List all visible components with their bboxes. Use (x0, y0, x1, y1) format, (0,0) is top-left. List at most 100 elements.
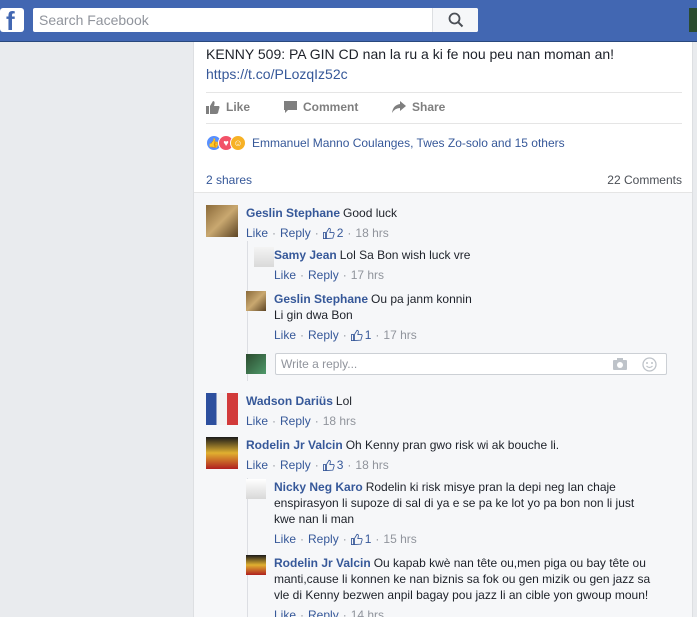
comment-like-count[interactable]: 3 (322, 457, 344, 473)
comment-reply-link[interactable]: Reply (308, 327, 339, 343)
separator: · (342, 608, 347, 617)
separator: · (314, 414, 319, 428)
avatar[interactable] (206, 205, 238, 237)
comment-like-link[interactable]: Like (274, 607, 296, 617)
reply-box (275, 353, 667, 375)
avatar[interactable] (254, 247, 274, 267)
separator: · (314, 226, 319, 240)
search-button[interactable] (432, 8, 478, 32)
facebook-logo-icon[interactable]: f (0, 6, 24, 36)
avatar[interactable] (246, 555, 266, 575)
comment-like-link[interactable]: Like (274, 531, 296, 547)
comment-like-count[interactable]: 2 (322, 225, 343, 241)
thumbs-up-icon (322, 227, 335, 239)
comment-like-count[interactable]: 1 (350, 531, 372, 547)
separator: · (347, 226, 352, 240)
comment-text-line-2: manti,cause li konnen ke nan biznis sa f… (274, 572, 651, 586)
like-count: 1 (364, 532, 372, 546)
comment-text: Good luck (343, 206, 398, 220)
share-label: Share (412, 100, 446, 114)
like-count: 3 (336, 458, 344, 472)
separator: · (272, 458, 277, 472)
comment-meta: Like · Reply · 1 · 15 hrs (274, 531, 694, 547)
separator: · (342, 532, 347, 546)
separator: · (314, 458, 319, 472)
comment-text: Oh Kenny pran gwo risk wi ak bouche li. (345, 438, 560, 452)
comment-meta: Like · Reply · 1 · 17 hrs (274, 327, 674, 343)
comment-time[interactable]: 18 hrs (355, 225, 388, 241)
comment-time[interactable]: 18 hrs (323, 413, 356, 429)
comment-text-line-3: vle di Kenny bezwen anpil bagay pou jazz… (274, 588, 649, 602)
emoji-icon[interactable] (642, 357, 657, 372)
avatar[interactable] (246, 479, 266, 499)
post-content: KENNY 509: PA GIN CD nan la ru a ki fe n… (206, 44, 686, 84)
comment-text: Lol Sa Bon wish luck vre (339, 248, 471, 262)
avatar[interactable] (206, 393, 238, 425)
comment-author[interactable]: Geslin Stephane (274, 292, 368, 306)
top-bar: f (0, 0, 697, 42)
comment-author[interactable]: Geslin Stephane (246, 206, 340, 220)
thumbs-up-icon (322, 459, 335, 471)
comment-like-link[interactable]: Like (274, 327, 296, 343)
comment-like-link[interactable]: Like (246, 225, 268, 241)
avatar[interactable] (246, 291, 266, 311)
post-card: KENNY 509: PA GIN CD nan la ru a ki fe n… (193, 42, 693, 617)
comment-time[interactable]: 17 hrs (351, 267, 384, 283)
thumbs-up-icon (350, 533, 363, 545)
post-link[interactable]: https://t.co/PLozqIz52c (206, 64, 686, 84)
comment-like-count[interactable]: 1 (350, 327, 372, 343)
post-stats: 2 shares 22 Comments (206, 173, 682, 187)
search-input[interactable] (33, 8, 431, 32)
comment-reply-link[interactable]: Reply (280, 457, 311, 473)
comments-count[interactable]: 22 Comments (607, 173, 682, 187)
comment-author[interactable]: Rodelin Jr Valcin (274, 556, 371, 570)
haha-reaction-icon[interactable]: ☺ (230, 135, 246, 151)
comment-reply-link[interactable]: Reply (308, 267, 339, 283)
like-count: 1 (364, 328, 372, 342)
separator: · (300, 328, 305, 342)
comment-like-link[interactable]: Like (246, 413, 268, 429)
like-button[interactable]: Like (206, 100, 250, 114)
separator: · (272, 226, 277, 240)
profile-avatar[interactable] (689, 8, 697, 32)
comment-author[interactable]: Samy Jean (274, 248, 337, 262)
comment-time[interactable]: 14 hrs (351, 607, 384, 617)
separator: · (342, 268, 347, 282)
comment-label: Comment (303, 100, 359, 114)
search-bar (33, 8, 478, 32)
comment-meta: Like · Reply · 17 hrs (274, 267, 674, 283)
comment-like-link[interactable]: Like (246, 457, 268, 473)
reply-input[interactable] (276, 354, 596, 374)
shares-count[interactable]: 2 shares (206, 173, 252, 187)
comment-time[interactable]: 18 hrs (355, 457, 388, 473)
reaction-names[interactable]: Emmanuel Manno Coulanges, Twes Zo-solo a… (252, 136, 565, 150)
comment-text: Lol (335, 394, 352, 408)
reactions-row: 👍 ♥ ☺ Emmanuel Manno Coulanges, Twes Zo-… (206, 134, 565, 152)
comment-like-link[interactable]: Like (274, 267, 296, 283)
avatar[interactable] (206, 437, 238, 469)
comment-button[interactable]: Comment (284, 100, 358, 114)
comment-time[interactable]: 15 hrs (383, 531, 416, 547)
comment-text-line-3: kwe nan li man (274, 512, 355, 526)
current-user-avatar (246, 354, 266, 374)
camera-icon[interactable] (612, 357, 628, 371)
post-text: KENNY 509: PA GIN CD nan la ru a ki fe n… (206, 46, 615, 62)
comment-text-line-2: enspirasyon li supoze di sal di ya e se … (274, 496, 635, 510)
separator: · (300, 608, 305, 617)
comment-reply-link[interactable]: Reply (280, 413, 311, 429)
separator: · (300, 268, 305, 282)
comment-reply-link[interactable]: Reply (308, 607, 339, 617)
share-button[interactable]: Share (392, 100, 445, 114)
separator: · (342, 328, 347, 342)
thumbs-up-icon (206, 101, 220, 114)
comment-author[interactable]: Rodelin Jr Valcin (246, 438, 343, 452)
comment-reply-link[interactable]: Reply (308, 531, 339, 547)
logo-letter: f (6, 6, 15, 36)
separator: · (347, 458, 352, 472)
comment-author[interactable]: Nicky Neg Karo (274, 480, 363, 494)
post-actions: Like Comment Share (206, 92, 682, 124)
comment-reply-link[interactable]: Reply (280, 225, 311, 241)
comment-meta: Like · Reply · 2 · 18 hrs (246, 225, 666, 241)
comment-author[interactable]: Wadson Dariüs (246, 394, 333, 408)
comment-time[interactable]: 17 hrs (383, 327, 416, 343)
